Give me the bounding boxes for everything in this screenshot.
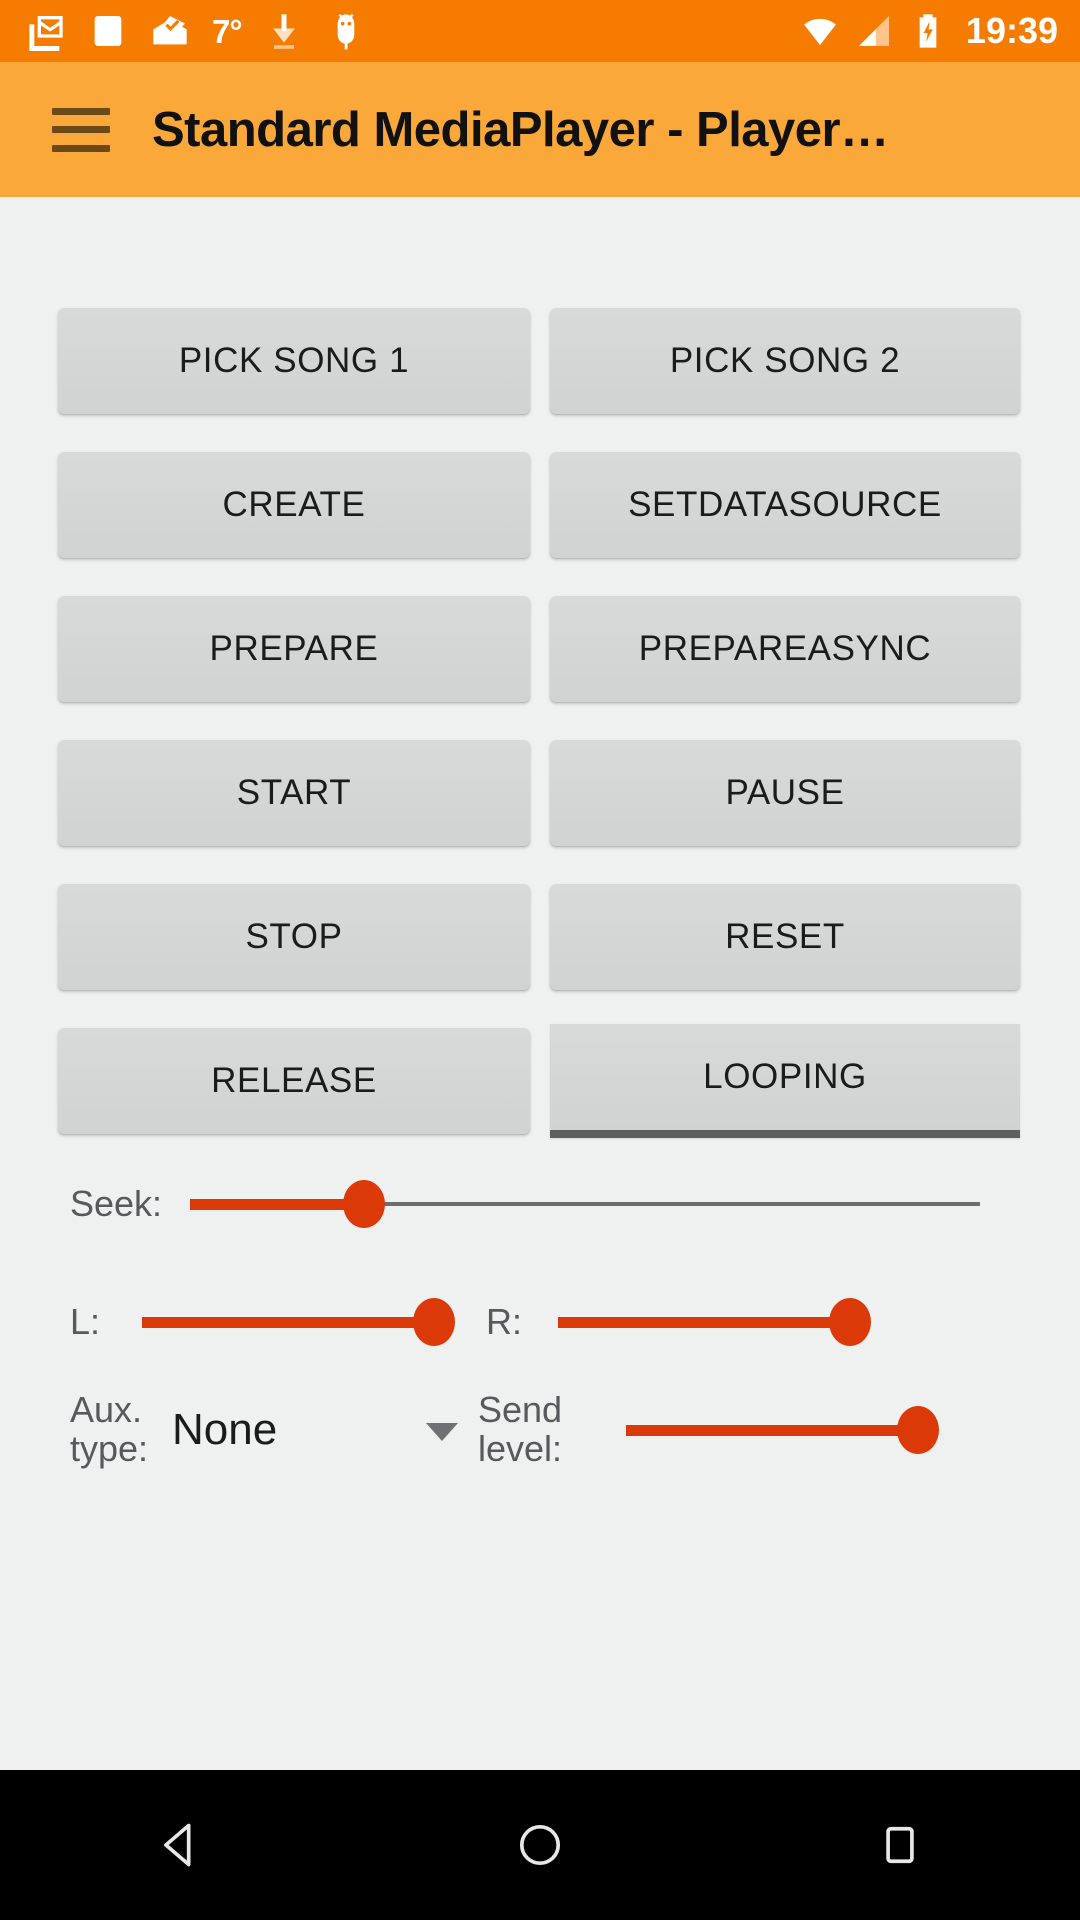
recents-square-icon[interactable] [840,1790,960,1900]
cell-signal-icon [858,16,889,46]
chevron-down-icon [426,1423,458,1441]
battery-charging-icon [919,14,937,48]
send-level-thumb[interactable] [897,1406,939,1454]
inbox-check-icon [153,16,187,45]
start-button[interactable]: START [58,740,530,846]
button-row: STOP RESET [0,884,1080,990]
white-square-icon [94,16,122,46]
button-row: RELEASE LOOPING [0,1024,1080,1138]
hamburger-menu-icon[interactable] [52,107,110,152]
android-bug-icon [337,13,354,50]
prepare-button[interactable]: PREPARE [58,596,530,702]
page-title: Standard MediaPlayer - Player… [152,102,889,157]
reset-button[interactable]: RESET [550,884,1020,990]
pause-button[interactable]: PAUSE [550,740,1020,846]
left-volume-thumb[interactable] [413,1298,455,1346]
android-navigation-bar [0,1770,1080,1920]
release-button[interactable]: RELEASE [58,1028,530,1134]
home-circle-icon[interactable] [480,1790,600,1900]
button-row: START PAUSE [0,740,1080,846]
wifi-icon [804,18,836,46]
download-arrow-icon [272,14,295,49]
aux-type-selected-value: None [172,1405,278,1454]
aux-type-spinner[interactable]: None [172,1387,472,1473]
create-button[interactable]: CREATE [58,452,530,558]
right-volume-fill [558,1317,850,1328]
setdatasource-button[interactable]: SETDATASOURCE [550,452,1020,558]
gmail-icon [29,16,63,51]
pick-song-1-button[interactable]: PICK SONG 1 [58,308,530,414]
left-volume-label: L: [70,1300,101,1342]
status-bar: 7° 19:39 [0,0,1080,62]
right-volume-label: R: [486,1300,522,1342]
left-volume-fill [142,1317,434,1328]
seek-slider-fill [190,1199,364,1210]
send-level-label: Send level: [478,1389,563,1469]
button-row: CREATE SETDATASOURCE [0,452,1080,558]
aux-row: Aux. type: None Send level: [0,1375,1080,1485]
app-bar: Standard MediaPlayer - Player… [0,62,1080,197]
back-triangle-icon[interactable] [120,1790,240,1900]
prepareasync-button[interactable]: PREPAREASYNC [550,596,1020,702]
button-row: PICK SONG 1 PICK SONG 2 [0,308,1080,414]
seek-slider-thumb[interactable] [342,1180,385,1228]
left-volume-slider[interactable] [142,1290,455,1354]
pick-song-2-button[interactable]: PICK SONG 2 [550,308,1020,414]
stop-button[interactable]: STOP [58,884,530,990]
temperature-text: 7° [212,12,243,50]
right-volume-thumb[interactable] [829,1298,871,1346]
aux-type-label: Aux. type: [70,1389,149,1469]
seek-slider[interactable] [190,1172,980,1236]
looping-toggle-button[interactable]: LOOPING [550,1024,1020,1138]
send-level-slider[interactable] [626,1398,939,1462]
send-level-fill [626,1425,918,1436]
status-bar-left-icons: 7° [0,11,800,51]
button-row: PREPARE PREPAREASYNC [0,596,1080,702]
right-volume-slider[interactable] [558,1290,871,1354]
main-content: PICK SONG 1 PICK SONG 2 CREATE SETDATASO… [0,197,1080,1770]
button-grid: PICK SONG 1 PICK SONG 2 CREATE SETDATASO… [0,308,1080,1172]
volume-row: L: R: [0,1287,1080,1357]
seek-row: Seek: [0,1169,1080,1239]
seek-label: Seek: [70,1182,163,1224]
status-bar-right-icons: 19:39 [800,10,1080,52]
clock-text: 19:39 [965,10,1058,51]
